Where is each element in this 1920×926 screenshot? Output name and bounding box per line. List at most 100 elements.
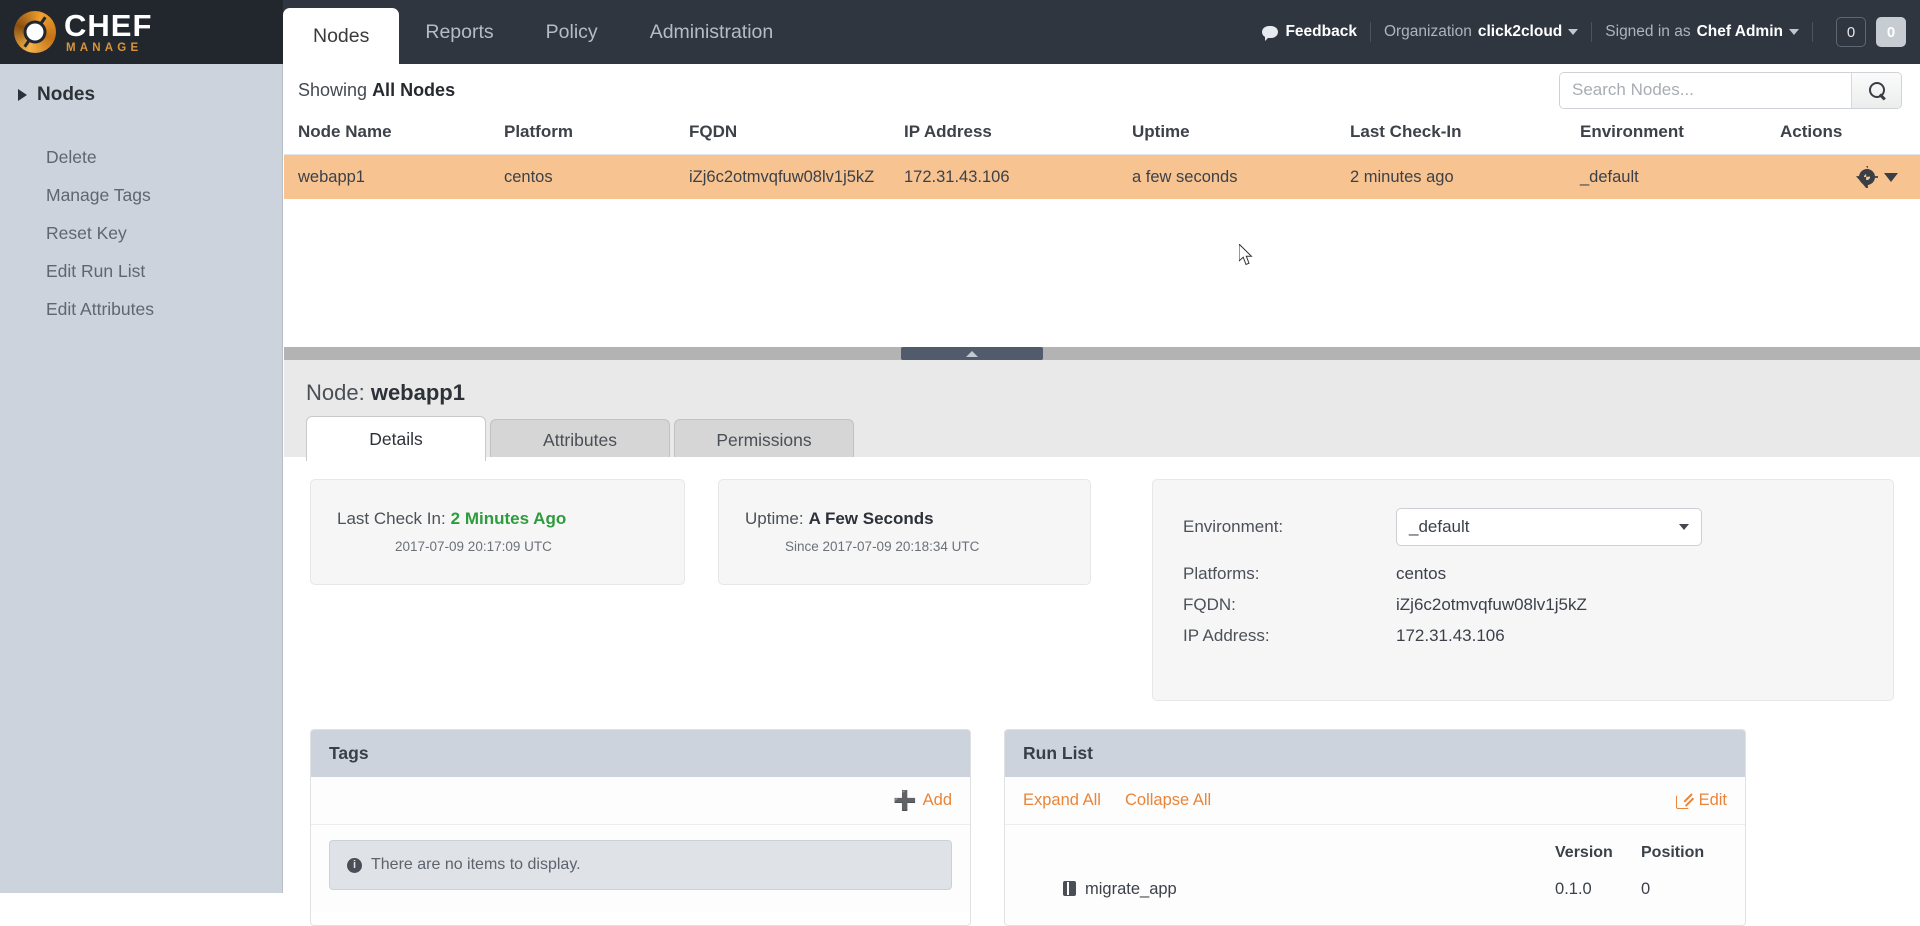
organization-menu[interactable]: Organization click2cloud — [1383, 23, 1579, 41]
add-tag-label: Add — [922, 791, 952, 809]
panel-splitter[interactable] — [284, 347, 1920, 360]
column-header-uptime[interactable]: Uptime — [1132, 116, 1350, 155]
nav-tab-administration[interactable]: Administration — [624, 0, 800, 64]
bottom-panels: Tags ➕ Add i There are no items to displ… — [310, 729, 1894, 926]
table-row[interactable]: webapp1 centos iZj6c2otmvqfuw08lv1j5kZ 1… — [284, 154, 1920, 200]
expand-all-button[interactable]: Expand All — [1023, 791, 1101, 810]
showing-label: Showing All Nodes — [298, 80, 455, 101]
badge-filled-count[interactable]: 0 — [1876, 17, 1906, 47]
signed-in-label: Signed in as — [1605, 23, 1691, 40]
run-list-table: Version Position migrate_app 0.1.0 0 — [1023, 840, 1727, 903]
sidebar-item-edit-attributes[interactable]: Edit Attributes — [0, 290, 282, 328]
fqdn-value: iZj6c2otmvqfuw08lv1j5kZ — [1396, 595, 1587, 614]
badge-outline-count[interactable]: 0 — [1836, 17, 1866, 47]
run-list-column-name — [1023, 840, 1555, 876]
sidebar-item-delete[interactable]: Delete — [0, 138, 282, 176]
cell-actions[interactable] — [1780, 155, 1920, 200]
last-check-in-timestamp: 2017-07-09 20:17:09 UTC — [395, 539, 552, 555]
divider — [1591, 22, 1593, 42]
tags-toolbar: ➕ Add — [311, 777, 970, 825]
nav-tab-reports[interactable]: Reports — [399, 0, 519, 64]
gear-icon[interactable] — [1857, 167, 1877, 187]
mouse-cursor — [1239, 244, 1253, 266]
tags-panel-body: i There are no items to display. — [311, 825, 970, 912]
sidebar-item-manage-tags[interactable]: Manage Tags — [0, 176, 282, 214]
node-detail-title: Node: webapp1 — [284, 360, 1920, 406]
run-list-item-row[interactable]: migrate_app 0.1.0 0 — [1023, 876, 1727, 903]
run-list-toolbar: Expand All Collapse All Edit — [1005, 777, 1745, 825]
add-tag-button[interactable]: ➕ Add — [893, 789, 952, 813]
column-header-last-check-in[interactable]: Last Check-In — [1350, 116, 1580, 155]
last-check-in-label: Last Check In: — [337, 509, 446, 529]
chevron-right-icon — [18, 89, 27, 101]
table-header-row: Node Name Platform FQDN IP Address Uptim… — [284, 116, 1920, 155]
nav-tab-nodes[interactable]: Nodes — [283, 8, 400, 64]
ip-address-row: IP Address: 172.31.43.106 — [1183, 626, 1893, 646]
uptime-card: Uptime: A Few Seconds Since 2017-07-09 20… — [718, 479, 1091, 585]
feedback-link[interactable]: Feedback — [1262, 23, 1357, 41]
search-button[interactable] — [1851, 72, 1901, 108]
edit-pencil-icon — [1675, 793, 1692, 809]
tab-permissions[interactable]: Permissions — [674, 419, 854, 461]
cell-last-check-in: 2 minutes ago — [1350, 167, 1454, 186]
sidebar-item-edit-run-list[interactable]: Edit Run List — [0, 252, 282, 290]
chevron-down-icon — [1679, 524, 1689, 530]
run-list-item-name-cell[interactable]: migrate_app — [1023, 876, 1555, 903]
cell-fqdn: iZj6c2otmvqfuw08lv1j5kZ — [689, 167, 875, 186]
showing-bar: Showing All Nodes — [284, 64, 1920, 116]
column-header-environment[interactable]: Environment — [1580, 116, 1780, 155]
brand-text: CHEF MANAGE — [64, 10, 152, 55]
sidebar-header-nodes[interactable]: Nodes — [0, 78, 282, 112]
cell-environment: _default — [1580, 167, 1639, 186]
collapse-all-button[interactable]: Collapse All — [1125, 791, 1211, 810]
top-bar-right: Feedback Organization click2cloud Signed… — [1262, 0, 1920, 64]
ip-address-label: IP Address: — [1183, 626, 1270, 645]
edit-run-list-button[interactable]: Edit — [1675, 791, 1727, 810]
search-input[interactable] — [1560, 72, 1851, 108]
nav-tab-policy[interactable]: Policy — [520, 0, 624, 64]
run-list-column-position: Position — [1641, 844, 1705, 861]
cell-node-name[interactable]: webapp1 — [284, 155, 504, 200]
user-menu[interactable]: Signed in as Chef Admin — [1605, 23, 1799, 41]
chevron-down-icon[interactable] — [1884, 172, 1898, 182]
detail-tabs: Details Attributes Permissions — [284, 416, 1920, 462]
environment-select[interactable]: _default — [1396, 508, 1702, 546]
sidebar-item-reset-key[interactable]: Reset Key — [0, 214, 282, 252]
uptime-timestamp: Since 2017-07-09 20:18:34 UTC — [785, 539, 980, 555]
collapse-up-arrow-icon — [966, 350, 978, 357]
environment-row: Environment: _default — [1183, 508, 1893, 546]
run-list-panel-title: Run List — [1005, 730, 1745, 777]
run-list-item-version: 0.1.0 — [1555, 880, 1592, 898]
run-list-column-version: Version — [1555, 844, 1613, 861]
chevron-down-icon — [1568, 29, 1579, 35]
sidebar-action-list: Delete Manage Tags Reset Key Edit Run Li… — [0, 138, 282, 328]
uptime-label: Uptime: — [745, 509, 804, 529]
column-header-fqdn[interactable]: FQDN — [689, 116, 904, 155]
column-header-node-name[interactable]: Node Name — [284, 116, 504, 155]
search-icon — [1868, 82, 1885, 98]
column-header-ip-address[interactable]: IP Address — [904, 116, 1132, 155]
last-check-in-card: Last Check In: 2 Minutes Ago 2017-07-09 2… — [310, 479, 685, 585]
nodes-table: Node Name Platform FQDN IP Address Uptim… — [284, 116, 1920, 199]
showing-value: All Nodes — [372, 79, 456, 100]
tab-details[interactable]: Details — [306, 416, 486, 462]
run-list-header-row: Version Position — [1023, 840, 1727, 876]
organization-label: Organization — [1383, 23, 1472, 40]
sidebar-header-label: Nodes — [37, 84, 96, 105]
column-header-platform[interactable]: Platform — [504, 116, 689, 155]
splitter-handle[interactable] — [901, 347, 1043, 360]
cookbook-icon — [1063, 881, 1076, 896]
brand-subtitle: MANAGE — [66, 41, 143, 54]
cell-ip-address: 172.31.43.106 — [904, 167, 1010, 186]
sidebar: Nodes Delete Manage Tags Reset Key Edit … — [0, 64, 283, 893]
info-icon: i — [347, 857, 362, 873]
run-list-panel-body: Version Position migrate_app 0.1.0 0 — [1005, 825, 1745, 925]
details-tab-panel: Last Check In: 2 Minutes Ago 2017-07-09 2… — [284, 457, 1920, 926]
cell-platform: centos — [504, 167, 553, 186]
node-title-prefix: Node: — [306, 380, 371, 405]
tab-attributes[interactable]: Attributes — [490, 419, 670, 461]
brand-logo[interactable]: CHEF MANAGE — [0, 0, 283, 64]
node-detail-panel: Node: webapp1 Details Attributes Permiss… — [284, 360, 1920, 926]
tags-empty-text: There are no items to display. — [371, 856, 581, 873]
showing-prefix: Showing — [298, 79, 373, 100]
